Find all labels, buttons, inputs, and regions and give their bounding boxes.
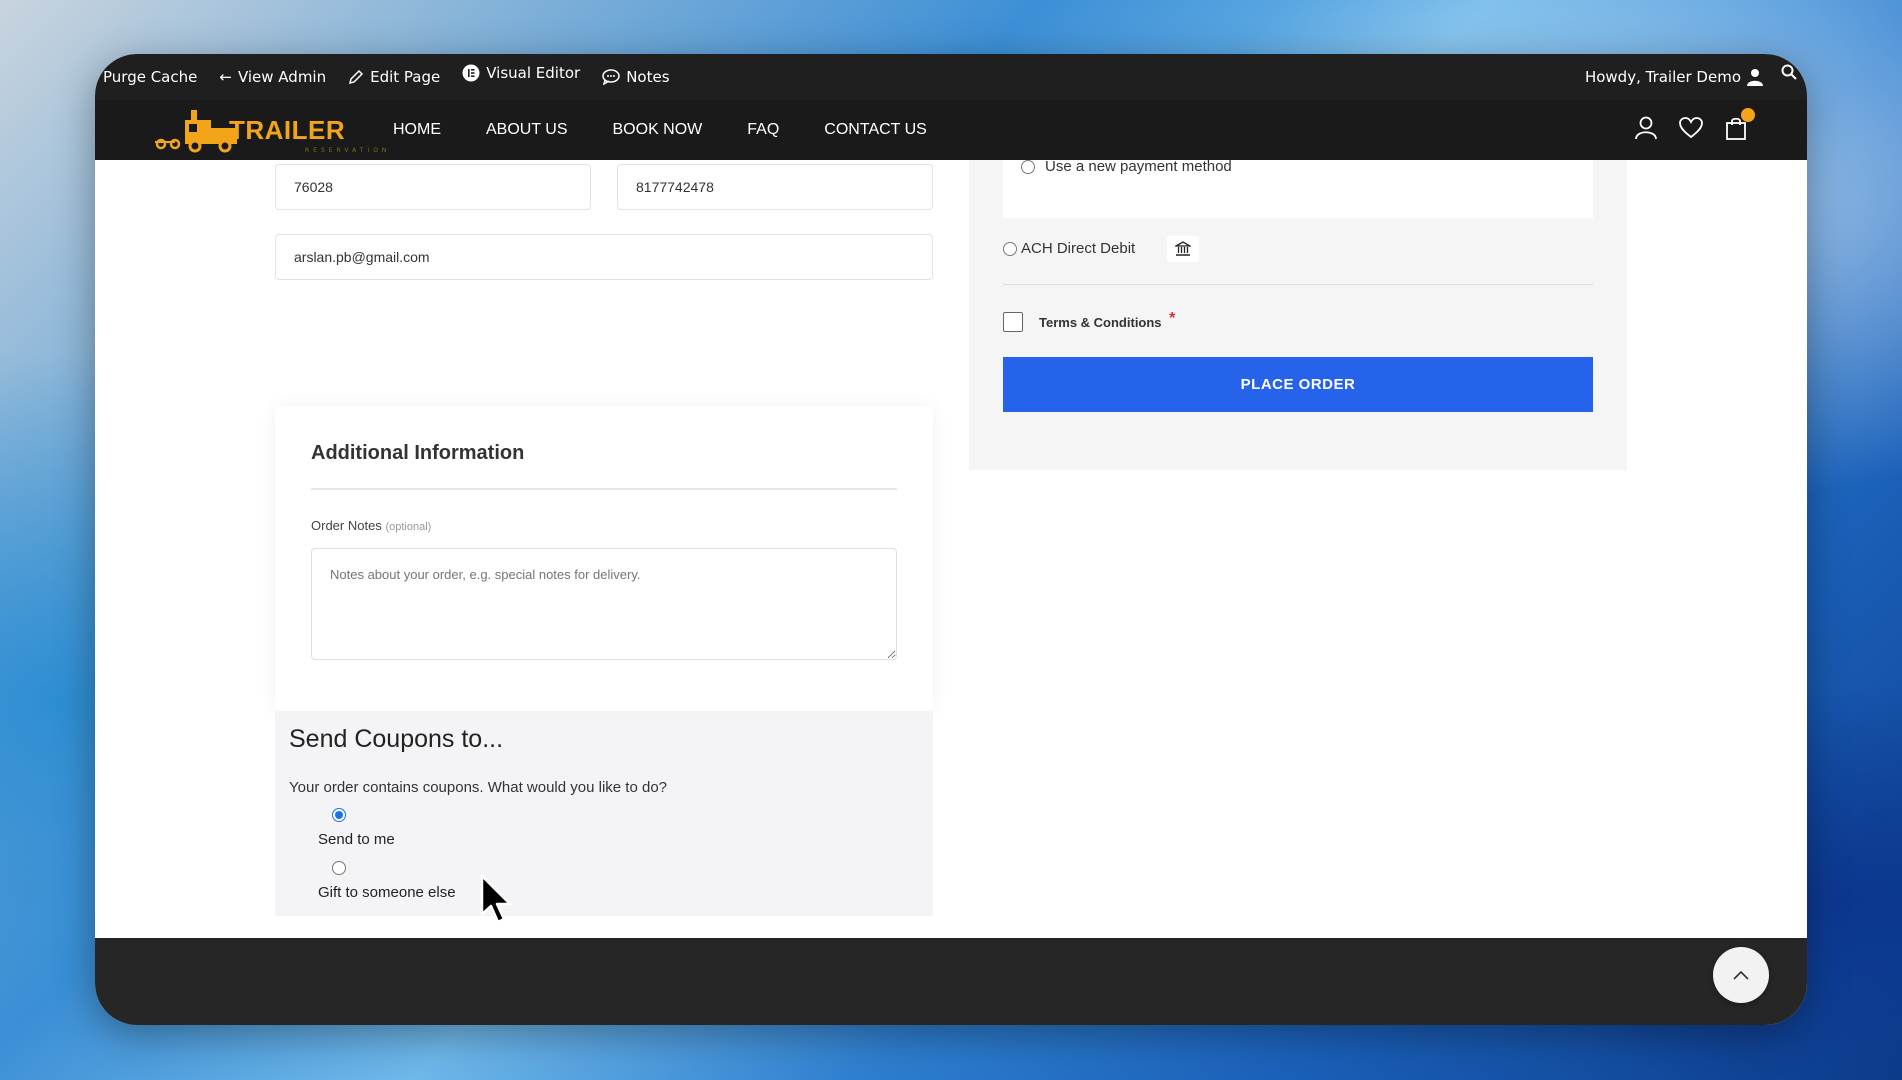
phone-field[interactable]: 8177742478 (617, 164, 933, 210)
ach-direct-debit-radio[interactable] (1003, 242, 1017, 256)
view-admin-link[interactable]: ← View Admin (219, 68, 326, 86)
purge-cache-label: Purge Cache (103, 68, 198, 86)
header-icons (1635, 108, 1755, 144)
additional-information-card: Additional Information Order Notes (opti… (275, 406, 933, 711)
zip-value: 76028 (294, 179, 333, 195)
account-menu[interactable]: Howdy, Trailer Demo (1585, 68, 1763, 86)
new-payment-method-radio[interactable] (1021, 160, 1035, 174)
cart-icon[interactable] (1725, 108, 1755, 144)
gift-radio[interactable] (332, 861, 346, 875)
edit-page-label: Edit Page (370, 68, 441, 86)
nav-book-now[interactable]: BOOK NOW (613, 121, 703, 139)
wp-admin-bar: Purge Cache ← View Admin Edit Page Visua… (95, 54, 1807, 100)
checkout-content: 76028 8177742478 arslan.pb@gmail.com Add… (95, 158, 1807, 940)
section-divider (311, 488, 897, 490)
ach-direct-debit-label[interactable]: ACH Direct Debit (1021, 240, 1135, 257)
email-field[interactable]: arslan.pb@gmail.com (275, 234, 933, 280)
notes-link[interactable]: Notes (602, 68, 670, 86)
order-notes-label: Order Notes (optional) (311, 518, 431, 533)
view-admin-label: View Admin (237, 68, 327, 86)
order-notes-textarea[interactable] (311, 548, 897, 660)
cart-count-badge (1741, 108, 1755, 122)
visual-editor-label: Visual Editor (486, 64, 581, 82)
additional-information-title: Additional Information (311, 442, 525, 464)
browser-window: Purge Cache ← View Admin Edit Page Visua… (95, 54, 1807, 1025)
admin-search-icon[interactable] (1781, 64, 1797, 80)
mouse-cursor-icon (480, 874, 512, 924)
zip-field[interactable]: 76028 (275, 164, 591, 210)
speech-bubble-icon (602, 69, 620, 85)
send-coupons-question: Your order contains coupons. What would … (289, 779, 668, 796)
site-header: TRAILER RESERVATION HOME ABOUT US BOOK N… (95, 100, 1807, 160)
visual-editor-link[interactable]: Visual Editor (462, 64, 580, 82)
saved-methods-box: Use a new payment method (1003, 158, 1593, 218)
nav-home[interactable]: HOME (393, 121, 441, 139)
send-coupons-section: Send Coupons to... Your order contains c… (275, 711, 933, 916)
order-notes-optional: (optional) (385, 521, 432, 533)
email-value: arslan.pb@gmail.com (294, 249, 430, 265)
arrow-left-icon: ← (219, 68, 232, 86)
send-to-me-radio[interactable] (332, 808, 346, 822)
chevron-up-icon (1733, 970, 1749, 980)
order-payment-panel: Use a new payment method ACH Direct Debi… (969, 158, 1627, 470)
elementor-icon (462, 64, 480, 82)
pencil-icon (348, 69, 364, 85)
site-logo[interactable]: TRAILER RESERVATION (155, 105, 386, 155)
nav-contact-us[interactable]: CONTACT US (824, 121, 927, 139)
logo-text: TRAILER (229, 114, 346, 145)
howdy-label: Howdy, Trailer Demo (1584, 68, 1741, 86)
terms-label[interactable]: Terms & Conditions * (1039, 310, 1175, 332)
phone-value: 8177742478 (636, 179, 714, 195)
nav-faq[interactable]: FAQ (747, 121, 779, 139)
bank-icon (1167, 236, 1199, 262)
logo-subtitle: RESERVATION (305, 147, 391, 154)
site-footer (95, 938, 1807, 1025)
order-notes-label-text: Order Notes (311, 518, 382, 533)
user-icon (1747, 68, 1763, 86)
payment-divider (1003, 284, 1593, 285)
send-to-me-label[interactable]: Send to me (318, 831, 395, 848)
purge-cache-link[interactable]: Purge Cache (103, 68, 197, 86)
terms-checkbox[interactable] (1003, 312, 1023, 332)
notes-label: Notes (626, 68, 670, 86)
main-nav: HOME ABOUT US BOOK NOW FAQ CONTACT US (393, 121, 972, 139)
new-payment-method-label[interactable]: Use a new payment method (1045, 158, 1232, 175)
required-asterisk: * (1169, 310, 1176, 327)
gift-label[interactable]: Gift to someone else (318, 884, 456, 901)
account-icon[interactable] (1635, 116, 1657, 144)
terms-text: Terms & Conditions (1039, 315, 1162, 330)
place-order-button[interactable]: PLACE ORDER (1003, 357, 1593, 412)
scroll-to-top-button[interactable] (1713, 947, 1769, 1003)
wishlist-heart-icon[interactable] (1679, 117, 1703, 143)
nav-about-us[interactable]: ABOUT US (486, 121, 568, 139)
edit-page-link[interactable]: Edit Page (348, 68, 440, 86)
send-coupons-title: Send Coupons to... (289, 725, 504, 753)
